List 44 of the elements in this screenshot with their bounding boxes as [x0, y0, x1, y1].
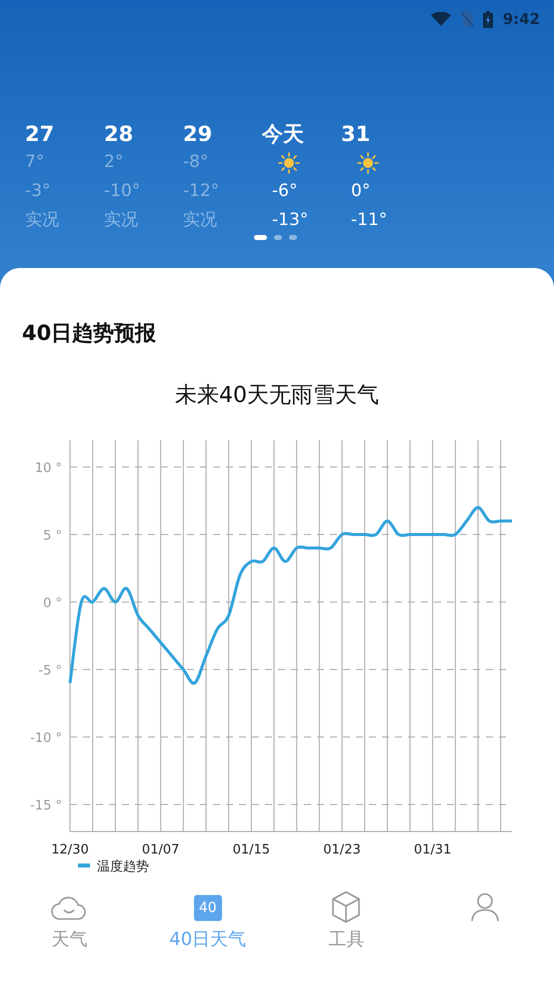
low-temperature: -10° — [104, 180, 140, 203]
person-icon — [470, 891, 500, 923]
day-label: 29 — [183, 121, 212, 148]
status-time: 9:42 — [502, 10, 540, 28]
calendar-icon: 40 — [194, 895, 222, 921]
y-axis-label: 0 ° — [43, 596, 62, 611]
section-title: 40日趋势预报 — [21, 320, 158, 347]
low-temperature: -12° — [183, 180, 220, 203]
battery-charging-icon — [482, 10, 493, 28]
low-temperature: -3° — [25, 180, 50, 203]
day-label: 28 — [104, 121, 134, 148]
forecast-headline: 未来40天无雨雪天气 — [174, 382, 380, 410]
low-temperature: -13° — [272, 209, 308, 232]
observed-label: 实况 — [104, 209, 138, 232]
observed-label: 实况 — [183, 209, 217, 232]
nav-tab[interactable]: 工具 — [277, 877, 416, 986]
day-label: 今天 — [262, 121, 304, 148]
nav-tab[interactable]: 天气 — [0, 877, 138, 986]
high-temperature: -8° — [183, 151, 208, 174]
nav-tab[interactable]: 40 40日天气 — [138, 877, 277, 986]
high-temperature: 0° — [351, 180, 370, 203]
wifi-icon — [430, 12, 451, 26]
x-axis-label: 01/15 — [232, 842, 270, 858]
high-temperature: -6° — [272, 180, 298, 203]
low-temperature: -11° — [351, 209, 388, 232]
day-label: 31 — [341, 121, 370, 148]
y-axis-label: 10 ° — [34, 461, 62, 476]
y-axis-label: -10 ° — [30, 731, 62, 746]
y-axis-label: 5 ° — [43, 528, 62, 544]
sun-icon — [278, 152, 300, 174]
observed-label: 实况 — [25, 209, 59, 232]
sun-icon — [357, 152, 379, 174]
y-axis-label: -15 ° — [30, 798, 62, 814]
cube-icon — [331, 891, 362, 923]
no-sim-icon — [460, 11, 473, 27]
high-temperature: 7° — [25, 151, 44, 174]
day-label: 27 — [25, 121, 54, 148]
high-temperature: 2° — [104, 151, 124, 174]
x-axis-label: 01/07 — [142, 842, 180, 858]
x-axis-label: 12/30 — [51, 842, 89, 858]
legend-label: 温度趋势 — [97, 860, 149, 874]
y-axis-label: -5 ° — [38, 664, 62, 678]
x-axis-label: 01/23 — [323, 842, 361, 858]
x-axis-label: 01/31 — [414, 842, 452, 858]
